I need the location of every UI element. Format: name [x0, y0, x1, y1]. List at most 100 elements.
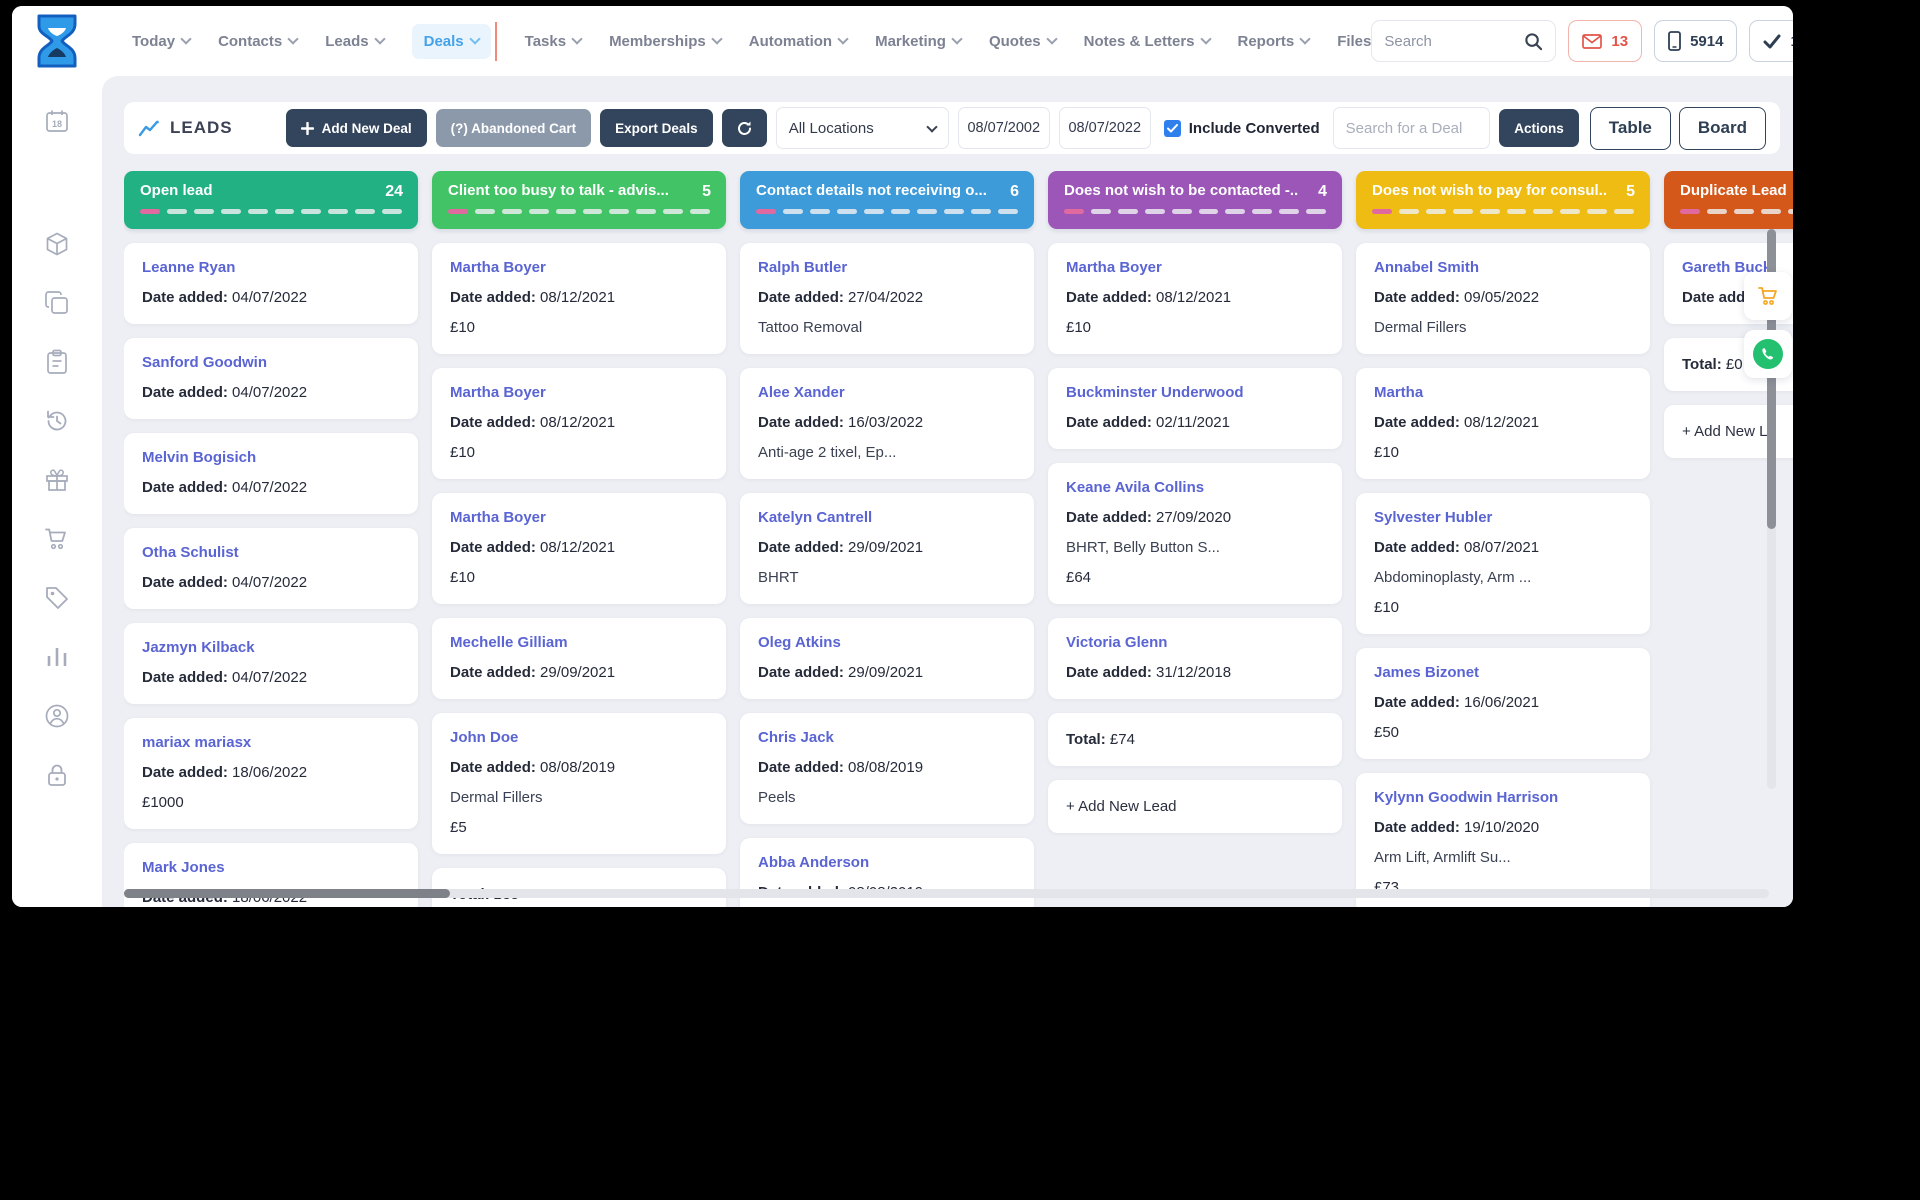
deal-name-link[interactable]: Martha Boyer — [450, 259, 708, 276]
nav-item-today[interactable]: Today — [132, 33, 190, 50]
actions-button[interactable]: Actions — [1499, 109, 1579, 147]
export-deals-button[interactable]: Export Deals — [600, 109, 713, 147]
nav-item-deals[interactable]: Deals — [412, 24, 491, 59]
phone-badge[interactable]: 5914 — [1654, 20, 1737, 62]
deal-name-link[interactable]: Keane Avila Collins — [1066, 479, 1324, 496]
column-header[interactable]: Does not wish to pay for consul...5 — [1356, 171, 1650, 229]
deal-name-link[interactable]: Ralph Butler — [758, 259, 1016, 276]
refresh-button[interactable] — [722, 109, 767, 147]
column-header[interactable]: Contact details not receiving o...6 — [740, 171, 1034, 229]
date-to-input[interactable] — [1061, 120, 1149, 136]
deal-name-link[interactable]: Otha Schulist — [142, 544, 400, 561]
deal-name-link[interactable]: Martha Boyer — [450, 509, 708, 526]
horizontal-scrollbar[interactable] — [124, 889, 1769, 898]
nav-item-leads[interactable]: Leads — [325, 33, 383, 50]
nav-item-memberships[interactable]: Memberships — [609, 33, 721, 50]
nav-item-quotes[interactable]: Quotes — [989, 33, 1056, 50]
deal-card[interactable]: Keane Avila CollinsDate added: 27/09/202… — [1048, 463, 1342, 604]
abandoned-cart-floater[interactable] — [1744, 272, 1792, 320]
deal-card[interactable]: Martha BoyerDate added: 08/12/2021£10 — [432, 243, 726, 354]
deal-card[interactable]: mariax mariasxDate added: 18/06/2022£100… — [124, 718, 418, 829]
search-input[interactable] — [1384, 33, 1524, 50]
deal-card[interactable]: Sylvester HublerDate added: 08/07/2021Ab… — [1356, 493, 1650, 634]
app-logo-icon[interactable] — [34, 14, 80, 68]
deal-name-link[interactable]: mariax mariasx — [142, 734, 400, 751]
nav-item-files[interactable]: Files — [1337, 33, 1371, 50]
date-from-input[interactable] — [960, 120, 1048, 136]
deal-name-link[interactable]: Martha — [1374, 384, 1632, 401]
tag-icon[interactable] — [42, 583, 72, 613]
deal-name-link[interactable]: James Bizonet — [1374, 664, 1632, 681]
gift-icon[interactable] — [42, 465, 72, 495]
deal-name-link[interactable]: Leanne Ryan — [142, 259, 400, 276]
add-new-lead-button[interactable]: + Add New Lead — [1048, 780, 1342, 833]
deal-name-link[interactable]: Sylvester Hubler — [1374, 509, 1632, 526]
deal-name-link[interactable]: Victoria Glenn — [1066, 634, 1324, 651]
calendar-icon[interactable]: 18 — [42, 106, 72, 136]
user-circle-icon[interactable] — [42, 701, 72, 731]
deal-name-link[interactable]: John Doe — [450, 729, 708, 746]
deal-card[interactable]: Leanne RyanDate added: 04/07/2022 — [124, 243, 418, 324]
include-converted-toggle[interactable]: Include Converted — [1164, 120, 1320, 137]
deal-card[interactable]: Otha SchulistDate added: 04/07/2022 — [124, 528, 418, 609]
deal-card[interactable]: Ralph ButlerDate added: 27/04/2022Tattoo… — [740, 243, 1034, 354]
mail-badge[interactable]: 13 — [1568, 20, 1642, 62]
deal-name-link[interactable]: Annabel Smith — [1374, 259, 1632, 276]
table-view-button[interactable]: Table — [1590, 107, 1671, 150]
deal-name-link[interactable]: Katelyn Cantrell — [758, 509, 1016, 526]
nav-item-contacts[interactable]: Contacts — [218, 33, 297, 50]
deal-name-link[interactable]: Martha Boyer — [450, 384, 708, 401]
deal-name-link[interactable]: Kylynn Goodwin Harrison — [1374, 789, 1632, 806]
deal-card[interactable]: Jazmyn KilbackDate added: 04/07/2022 — [124, 623, 418, 704]
checkbox-checked-icon[interactable] — [1164, 120, 1181, 137]
package-icon[interactable] — [42, 229, 72, 259]
column-header[interactable]: Open lead24 — [124, 171, 418, 229]
deal-name-link[interactable]: Melvin Bogisich — [142, 449, 400, 466]
deal-card[interactable]: Melvin BogisichDate added: 04/07/2022 — [124, 433, 418, 514]
nav-item-reports[interactable]: Reports — [1238, 33, 1310, 50]
deal-card[interactable]: John DoeDate added: 08/08/2019Dermal Fil… — [432, 713, 726, 854]
nav-item-notes-letters[interactable]: Notes & Letters — [1084, 33, 1210, 50]
nav-item-automation[interactable]: Automation — [749, 33, 847, 50]
deal-card[interactable]: Martha BoyerDate added: 08/12/2021£10 — [432, 493, 726, 604]
add-new-deal-button[interactable]: Add New Deal — [286, 109, 427, 147]
deal-name-link[interactable]: Chris Jack — [758, 729, 1016, 746]
abandoned-cart-button[interactable]: (?) Abandoned Cart — [436, 109, 592, 147]
deal-name-link[interactable]: Abba Anderson — [758, 854, 1016, 871]
column-header[interactable]: Duplicate Lead — [1664, 171, 1793, 229]
deal-search-input[interactable] — [1346, 120, 1478, 137]
search-icon[interactable] — [1524, 32, 1543, 51]
deal-name-link[interactable]: Alee Xander — [758, 384, 1016, 401]
deal-card[interactable]: Sanford GoodwinDate added: 04/07/2022 — [124, 338, 418, 419]
deal-card[interactable]: James BizonetDate added: 16/06/2021£50 — [1356, 648, 1650, 759]
deal-card[interactable]: MarthaDate added: 08/12/2021£10 — [1356, 368, 1650, 479]
nav-item-tasks[interactable]: Tasks — [525, 33, 581, 50]
location-select[interactable]: All Locations — [776, 107, 949, 149]
nav-item-marketing[interactable]: Marketing — [875, 33, 961, 50]
deal-card[interactable]: Kylynn Goodwin HarrisonDate added: 19/10… — [1356, 773, 1650, 907]
lock-icon[interactable] — [42, 760, 72, 790]
deal-name-link[interactable]: Martha Boyer — [1066, 259, 1324, 276]
tasks-badge[interactable]: 14 — [1749, 20, 1793, 62]
deal-card[interactable]: Victoria GlennDate added: 31/12/2018 — [1048, 618, 1342, 699]
deal-name-link[interactable]: Sanford Goodwin — [142, 354, 400, 371]
deal-card[interactable]: Buckminster UnderwoodDate added: 02/11/2… — [1048, 368, 1342, 449]
cart-icon[interactable] — [42, 524, 72, 554]
bar-chart-icon[interactable] — [42, 642, 72, 672]
column-header[interactable]: Client too busy to talk - advis...5 — [432, 171, 726, 229]
deal-card[interactable]: Alee XanderDate added: 16/03/2022Anti-ag… — [740, 368, 1034, 479]
deal-card[interactable]: Mechelle GilliamDate added: 29/09/2021 — [432, 618, 726, 699]
deal-card[interactable]: Chris JackDate added: 08/08/2019Peels — [740, 713, 1034, 824]
history-icon[interactable] — [42, 406, 72, 436]
deal-name-link[interactable]: Buckminster Underwood — [1066, 384, 1324, 401]
deal-card[interactable]: Annabel SmithDate added: 09/05/2022Derma… — [1356, 243, 1650, 354]
deal-card[interactable]: Martha BoyerDate added: 08/12/2021£10 — [1048, 243, 1342, 354]
copy-icon[interactable] — [42, 288, 72, 318]
column-header[interactable]: Does not wish to be contacted -...4 — [1048, 171, 1342, 229]
whatsapp-floater[interactable] — [1744, 330, 1792, 378]
deal-name-link[interactable]: Jazmyn Kilback — [142, 639, 400, 656]
deal-name-link[interactable]: Mechelle Gilliam — [450, 634, 708, 651]
deal-name-link[interactable]: Oleg Atkins — [758, 634, 1016, 651]
deal-name-link[interactable]: Mark Jones — [142, 859, 400, 876]
deal-card[interactable]: Oleg AtkinsDate added: 29/09/2021 — [740, 618, 1034, 699]
